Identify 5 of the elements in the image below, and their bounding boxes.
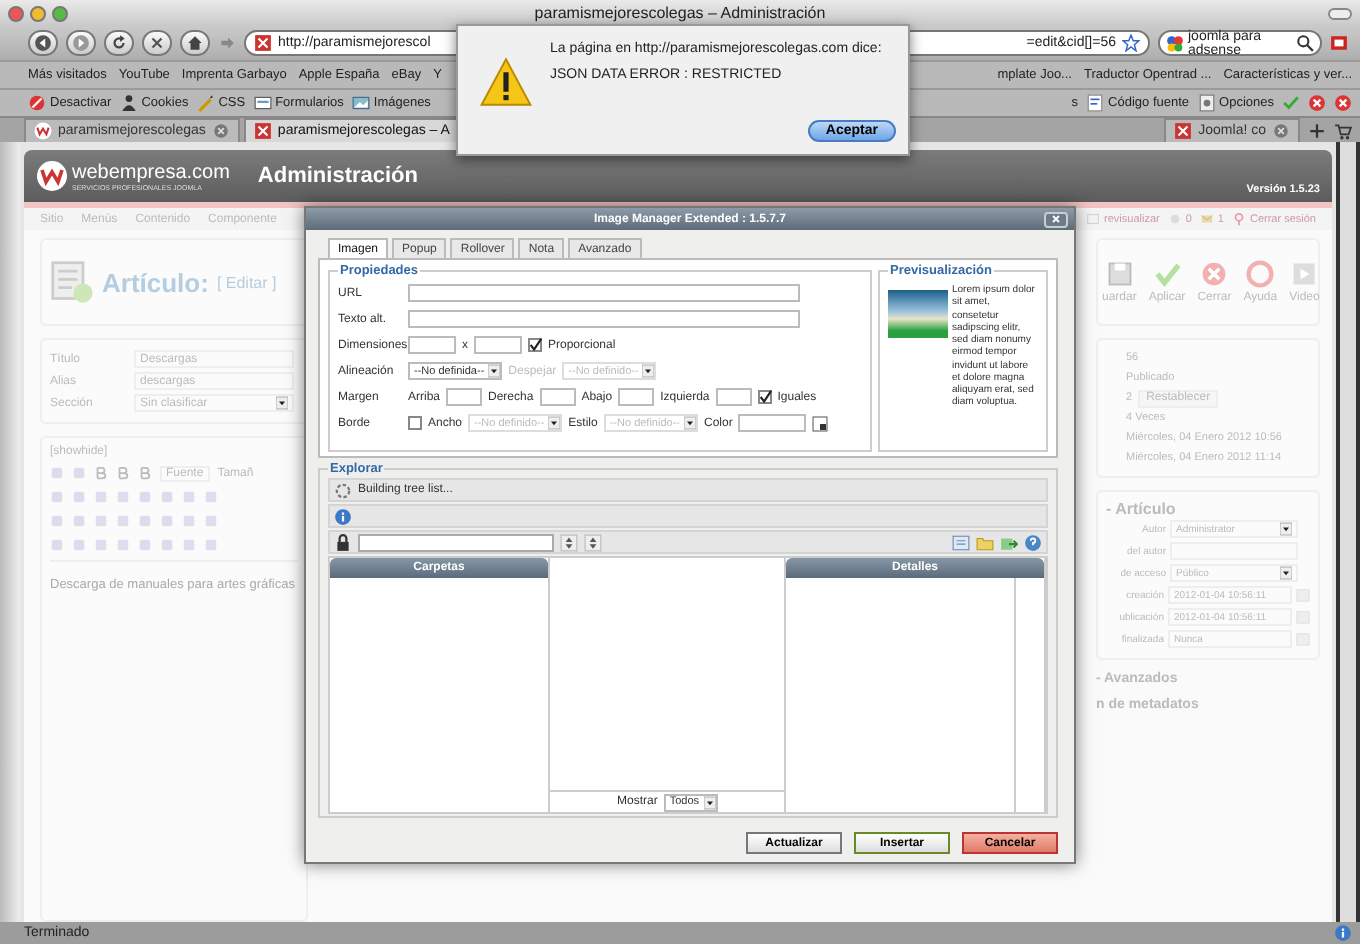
logo-text: webempresa.com [72, 161, 230, 183]
window-title: paramismejorescolegas – Administración [534, 4, 826, 22]
article-title: Artículo: [102, 267, 209, 297]
page-heading: Administración [257, 164, 420, 188]
section-title: - Artículo [1106, 500, 1178, 518]
